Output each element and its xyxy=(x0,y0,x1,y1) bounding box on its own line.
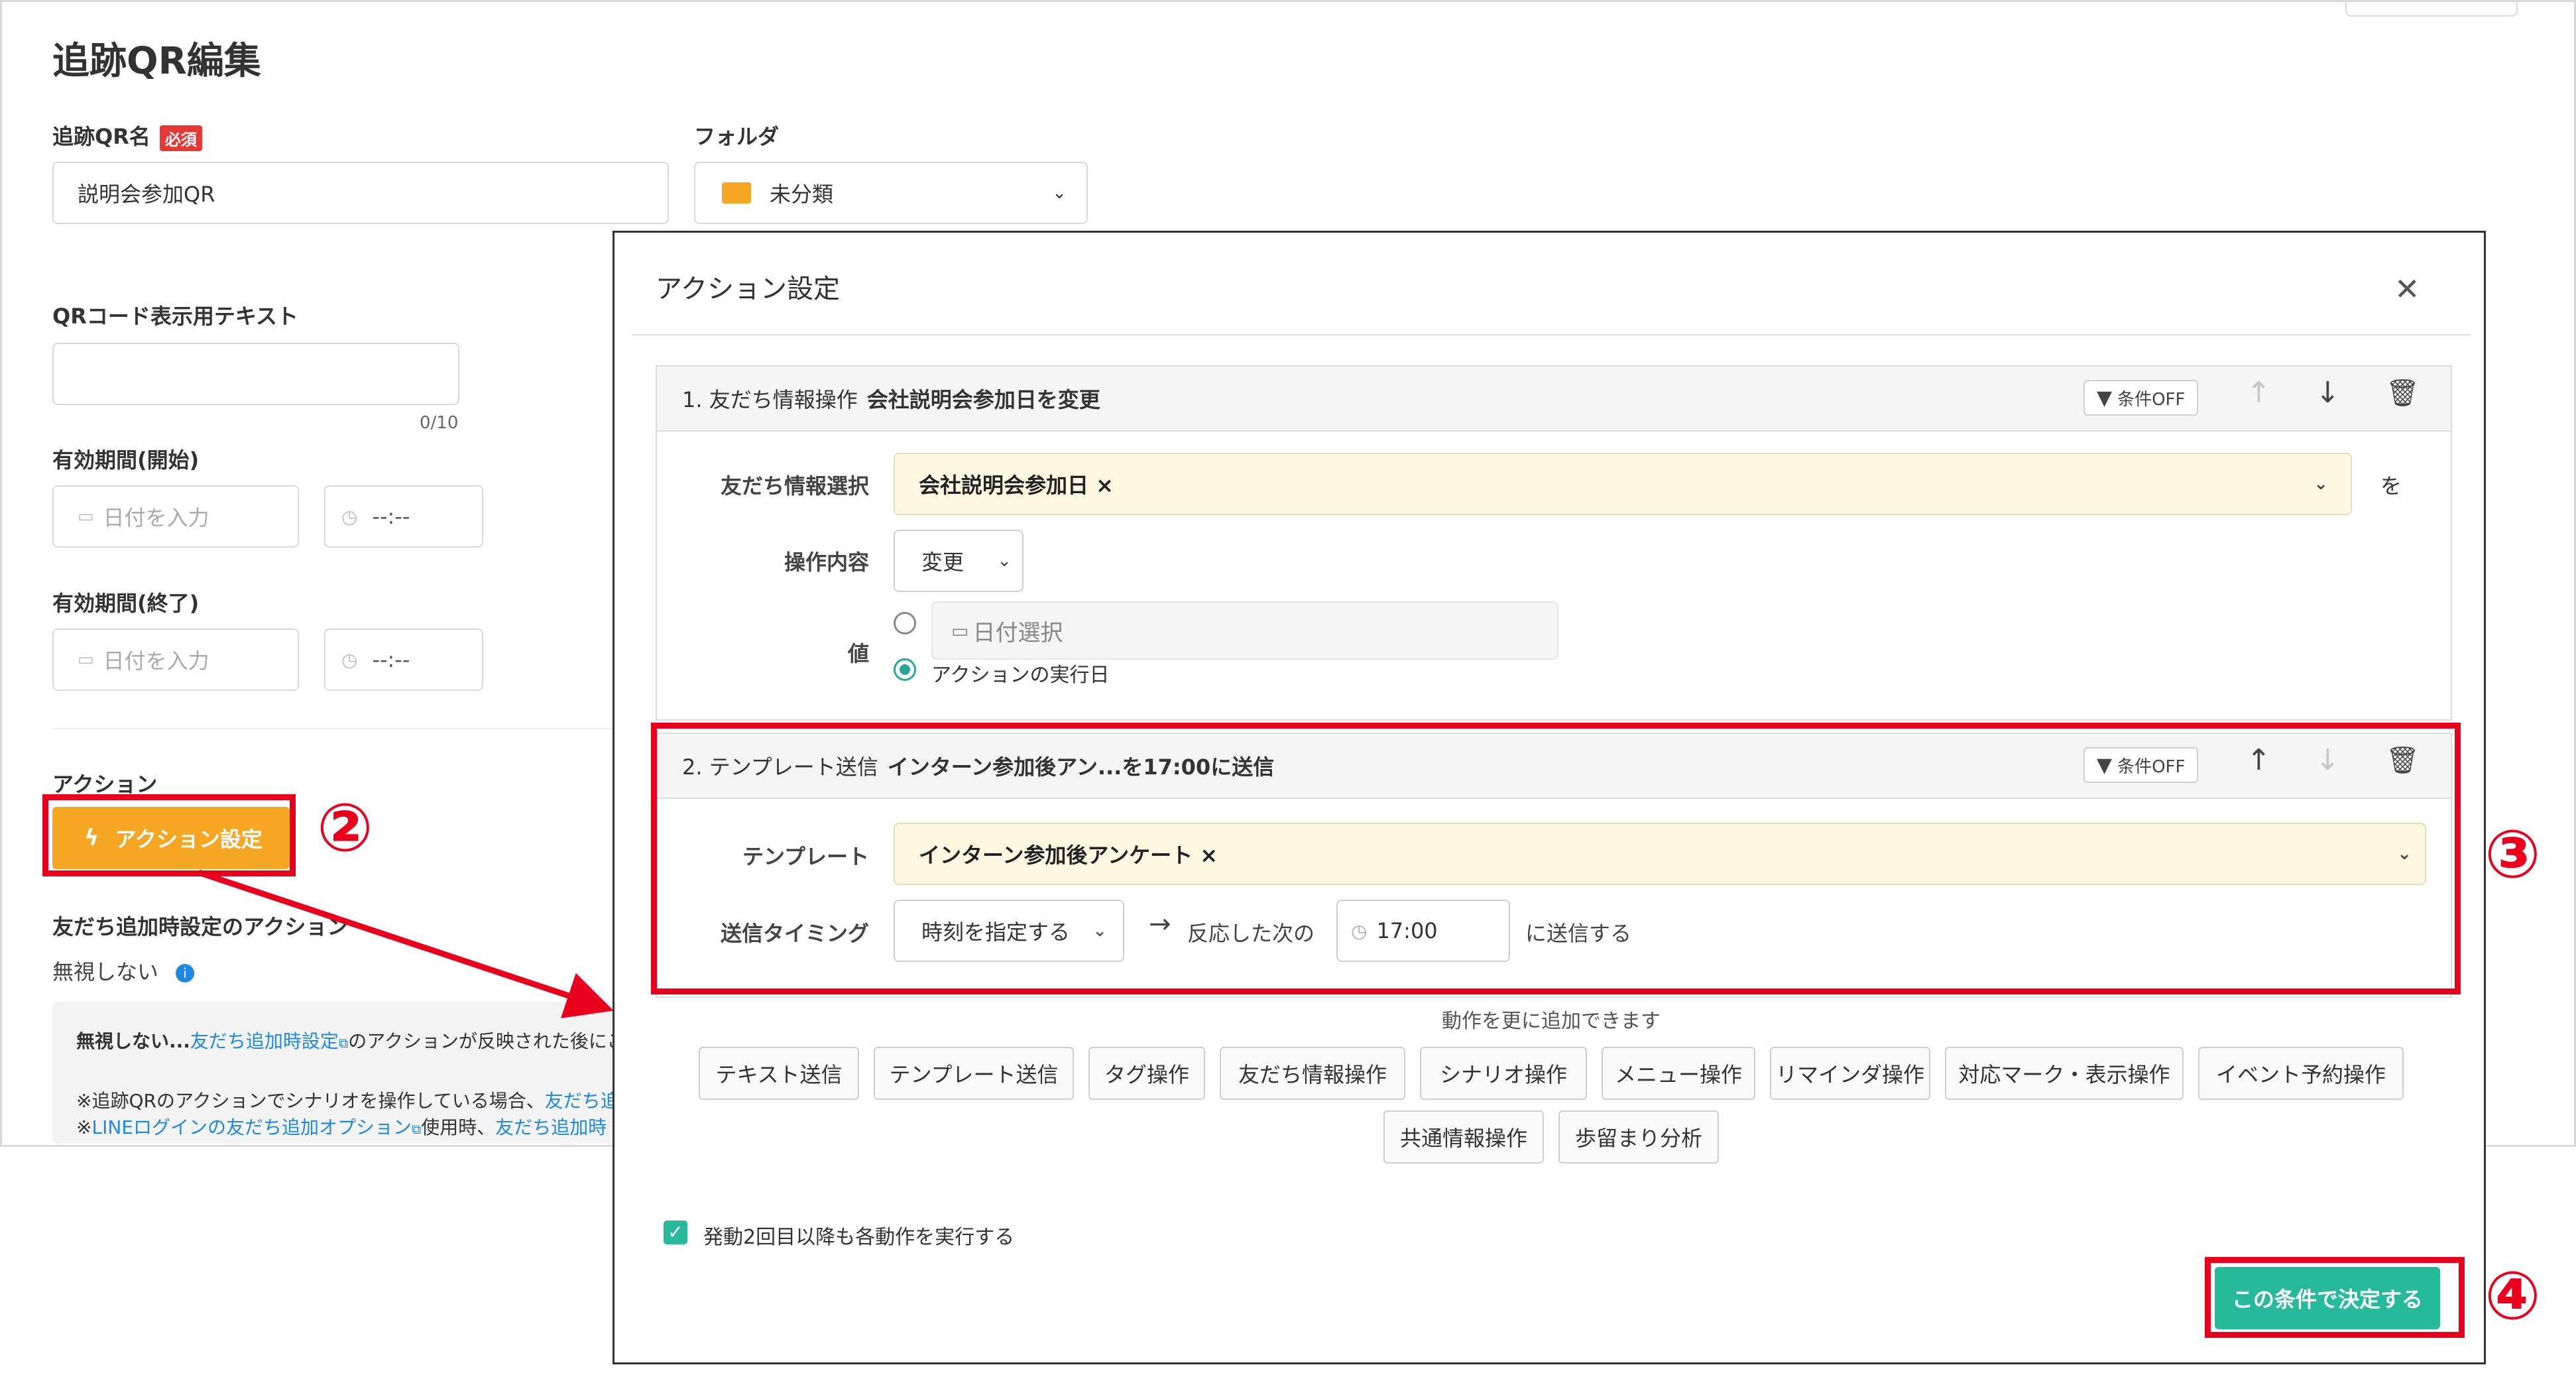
filter-icon: ▼ xyxy=(2097,386,2113,410)
move-down-icon[interactable]: ↓ xyxy=(2315,376,2340,410)
modal-divider xyxy=(632,334,2471,335)
add-action-button[interactable]: 歩留まり分析 xyxy=(1558,1110,1719,1164)
add-action-button[interactable]: タグ操作 xyxy=(1088,1047,1205,1100)
add-action-button[interactable]: 対応マーク・表示操作 xyxy=(1945,1047,2184,1100)
operation-select[interactable]: 変更 ⌄ xyxy=(894,530,1024,592)
repeat-checkbox[interactable]: ✓ xyxy=(664,1221,687,1244)
add-action-button[interactable]: イベント予約操作 xyxy=(2198,1047,2404,1100)
arrow-line xyxy=(198,869,614,1018)
add-action-button[interactable]: シナリオ操作 xyxy=(1420,1047,1587,1100)
operation-label: 操作内容 xyxy=(784,550,869,575)
step3-highlight xyxy=(651,723,2461,994)
add-more-hint: 動作を更に追加できます xyxy=(1442,1010,1661,1033)
step4-marker: ④ xyxy=(2485,1257,2541,1335)
object-suffix: を xyxy=(2380,473,2402,499)
execution-date-label: アクションの実行日 xyxy=(931,664,1110,687)
trash-icon[interactable]: 🗑 xyxy=(2386,377,2420,408)
add-action-button[interactable]: 共通情報操作 xyxy=(1383,1110,1544,1164)
date-radio[interactable] xyxy=(894,612,916,634)
friend-info-select-label: 友だち情報選択 xyxy=(720,473,869,499)
chevron-down-icon: ⌄ xyxy=(2313,474,2328,494)
add-action-button[interactable]: テンプレート送信 xyxy=(874,1047,1074,1100)
add-action-button[interactable]: 友だち情報操作 xyxy=(1220,1047,1405,1100)
move-up-icon[interactable]: ↑ xyxy=(2247,376,2271,410)
step3-marker: ③ xyxy=(2485,815,2541,893)
value-label: 値 xyxy=(847,641,869,666)
add-action-button[interactable]: テキスト送信 xyxy=(699,1047,859,1100)
add-action-button[interactable]: メニュー操作 xyxy=(1602,1047,1755,1100)
step4-highlight xyxy=(2205,1257,2465,1338)
repeat-checkbox-label: 発動2回目以降も各動作を実行する xyxy=(703,1226,1015,1249)
action-card-1: 1. 友だち情報操作 会社説明会参加日を変更 ▼ 条件OFF ↑ ↓ 🗑 友だち… xyxy=(656,365,2452,721)
calendar-icon: ▭ xyxy=(951,619,969,642)
date-select-input[interactable]: ▭ 日付選択 xyxy=(931,601,1558,660)
execution-date-radio[interactable] xyxy=(894,658,916,681)
friend-info-select[interactable]: 会社説明会参加日 × ⌄ xyxy=(894,453,2352,515)
modal-title: アクション設定 xyxy=(656,274,840,304)
chevron-down-icon: ⌄ xyxy=(997,551,1012,571)
condition-off-button[interactable]: ▼ 条件OFF xyxy=(2083,380,2199,416)
close-icon[interactable]: ✕ xyxy=(2394,271,2420,307)
add-action-button[interactable]: リマインダ操作 xyxy=(1770,1047,1930,1100)
